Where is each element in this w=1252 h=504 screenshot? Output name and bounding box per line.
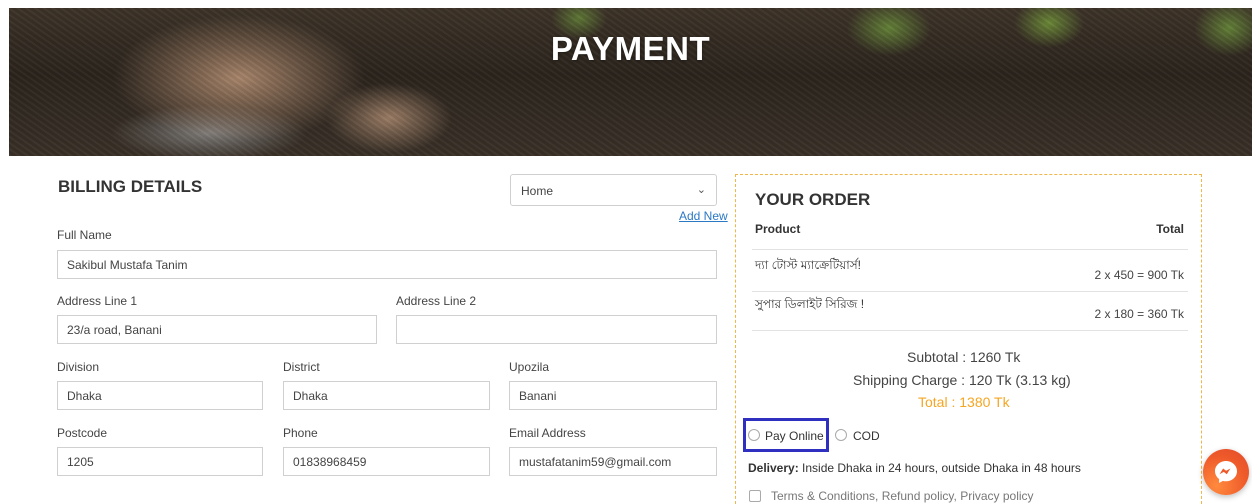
pay-online-label[interactable]: Pay Online	[765, 429, 824, 443]
order-item-name: দ্যা টোস্ট ম্যাক্রেটিয়ার্স!	[755, 258, 861, 272]
order-item-price: 2 x 180 = 360 Tk	[1094, 307, 1184, 321]
total-column-header: Total	[1156, 222, 1184, 236]
order-heading: YOUR ORDER	[755, 190, 871, 209]
terms-checkbox[interactable]	[749, 490, 761, 502]
pay-online-radio[interactable]	[748, 429, 760, 441]
row-divider	[752, 291, 1188, 292]
row-divider	[752, 330, 1188, 331]
terms-label[interactable]: Terms & Conditions, Refund policy, Priva…	[771, 489, 1034, 503]
order-item-price: 2 x 450 = 900 Tk	[1094, 268, 1184, 282]
order-item-name: সুপার ডিলাইট সিরিজ !	[755, 297, 865, 311]
upozila-input[interactable]: Banani	[509, 381, 717, 410]
order-summary-box	[735, 174, 1202, 504]
full-name-input[interactable]: Sakibul Mustafa Tanim	[57, 250, 717, 279]
phone-label: Phone	[283, 426, 318, 440]
division-input[interactable]: Dhaka	[57, 381, 263, 410]
upozila-label: Upozila	[509, 360, 550, 374]
district-input[interactable]: Dhaka	[283, 381, 490, 410]
product-column-header: Product	[755, 222, 801, 236]
full-name-label: Full Name	[57, 228, 112, 242]
hero-banner: PAYMENT	[9, 8, 1252, 156]
address-line-1-label: Address Line 1	[57, 294, 138, 308]
cod-radio[interactable]	[835, 429, 847, 441]
address-select[interactable]: Home ⌄	[510, 174, 717, 206]
chevron-down-icon: ⌄	[696, 184, 706, 196]
delivery-info: Delivery: Inside Dhaka in 24 hours, outs…	[748, 461, 1081, 475]
row-divider	[752, 249, 1188, 250]
messenger-icon	[1215, 461, 1237, 483]
division-label: Division	[57, 360, 100, 374]
address-line-2-input[interactable]	[396, 315, 717, 344]
cod-label[interactable]: COD	[853, 429, 880, 443]
order-total-text: Total : 1380 Tk	[918, 394, 1010, 410]
messenger-chat-button[interactable]	[1203, 449, 1249, 495]
address-line-2-label: Address Line 2	[396, 294, 477, 308]
postcode-label: Postcode	[57, 426, 108, 440]
email-input[interactable]: mustafatanim59@gmail.com	[509, 447, 717, 476]
page-title: PAYMENT	[550, 30, 711, 67]
subtotal-text: Subtotal : 1260 Tk	[907, 349, 1021, 365]
email-label: Email Address	[509, 426, 586, 440]
shipping-charge-text: Shipping Charge : 120 Tk (3.13 kg)	[853, 372, 1071, 388]
billing-heading: BILLING DETAILS	[58, 177, 203, 196]
delivery-label: Delivery:	[748, 461, 799, 475]
add-new-link[interactable]: Add New	[679, 209, 728, 223]
phone-input[interactable]: 01838968459	[283, 447, 490, 476]
address-line-1-input[interactable]: 23/a road, Banani	[57, 315, 377, 344]
address-select-value: Home	[521, 184, 554, 198]
delivery-text: Inside Dhaka in 24 hours, outside Dhaka …	[798, 461, 1081, 475]
postcode-input[interactable]: 1205	[57, 447, 263, 476]
district-label: District	[283, 360, 320, 374]
